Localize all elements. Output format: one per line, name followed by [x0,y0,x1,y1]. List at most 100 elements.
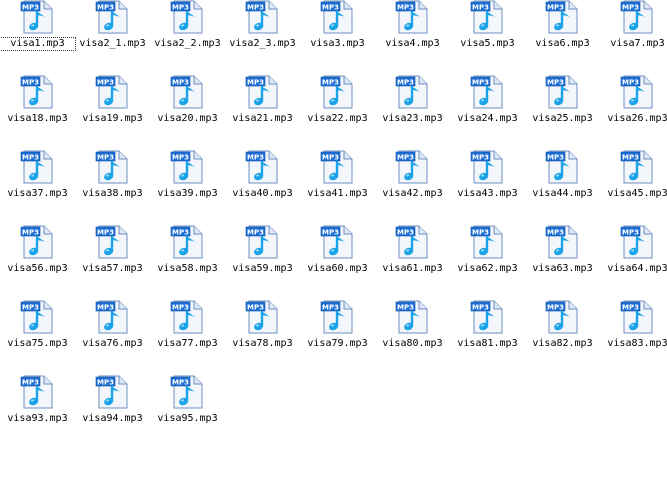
mp3-file-icon[interactable]: MP3 [470,0,504,34]
file-item[interactable]: MP3 visa2_3.mp3 [225,0,300,75]
mp3-file-icon[interactable]: MP3 [320,0,354,34]
svg-text:MP3: MP3 [97,303,114,311]
mp3-file-icon[interactable]: MP3 [545,75,579,109]
mp3-file-icon[interactable]: MP3 [620,0,654,34]
file-item[interactable]: MP3 visa24.mp3 [450,75,525,150]
file-item[interactable]: MP3 visa44.mp3 [525,150,600,225]
file-item[interactable]: MP3 visa20.mp3 [150,75,225,150]
file-item[interactable]: MP3 visa39.mp3 [150,150,225,225]
mp3-file-icon[interactable]: MP3 [545,0,579,34]
file-item[interactable]: MP3 visa26.mp3 [600,75,667,150]
file-item[interactable]: MP3 visa83.mp3 [600,300,667,375]
mp3-file-icon[interactable]: MP3 [320,75,354,109]
mp3-file-icon[interactable]: MP3 [95,0,129,34]
mp3-file-icon[interactable]: MP3 [620,225,654,259]
mp3-file-icon[interactable]: MP3 [95,150,129,184]
mp3-file-icon[interactable]: MP3 [20,150,54,184]
mp3-file-icon[interactable]: MP3 [320,150,354,184]
file-item[interactable]: MP3 visa63.mp3 [525,225,600,300]
mp3-file-icon[interactable]: MP3 [20,300,54,334]
mp3-file-icon[interactable]: MP3 [545,150,579,184]
file-item[interactable]: MP3 visa3.mp3 [300,0,375,75]
mp3-file-icon[interactable]: MP3 [20,225,54,259]
file-item[interactable]: MP3 visa82.mp3 [525,300,600,375]
mp3-file-icon[interactable]: MP3 [470,75,504,109]
mp3-file-icon[interactable]: MP3 [95,375,129,409]
mp3-file-icon[interactable]: MP3 [470,150,504,184]
file-item[interactable]: MP3 visa1.mp3 [0,0,76,75]
file-item[interactable]: MP3 visa5.mp3 [450,0,525,75]
file-item[interactable]: MP3 visa43.mp3 [450,150,525,225]
mp3-file-icon[interactable]: MP3 [470,300,504,334]
mp3-file-icon[interactable]: MP3 [245,0,279,34]
file-item[interactable]: MP3 visa18.mp3 [0,75,75,150]
mp3-file-icon[interactable]: MP3 [545,225,579,259]
mp3-file-icon[interactable]: MP3 [20,0,54,34]
mp3-file-icon[interactable]: MP3 [95,225,129,259]
mp3-file-icon[interactable]: MP3 [245,225,279,259]
file-item[interactable]: MP3 visa7.mp3 [600,0,667,75]
file-item[interactable]: MP3 visa76.mp3 [75,300,150,375]
svg-text:MP3: MP3 [322,303,339,311]
mp3-file-icon[interactable]: MP3 [95,300,129,334]
file-item[interactable]: MP3 visa79.mp3 [300,300,375,375]
mp3-file-icon[interactable]: MP3 [620,300,654,334]
file-item[interactable]: MP3 visa2_2.mp3 [150,0,225,75]
file-item[interactable]: MP3 visa56.mp3 [0,225,75,300]
file-item[interactable]: MP3 visa64.mp3 [600,225,667,300]
mp3-file-icon[interactable]: MP3 [395,0,429,34]
file-item[interactable]: MP3 visa38.mp3 [75,150,150,225]
mp3-file-icon[interactable]: MP3 [545,300,579,334]
file-item[interactable]: MP3 visa81.mp3 [450,300,525,375]
mp3-file-icon[interactable]: MP3 [170,225,204,259]
mp3-file-icon[interactable]: MP3 [395,75,429,109]
mp3-file-icon[interactable]: MP3 [620,150,654,184]
file-item[interactable]: MP3 visa22.mp3 [300,75,375,150]
file-name-label: visa75.mp3 [7,338,68,349]
file-item[interactable]: MP3 visa60.mp3 [300,225,375,300]
mp3-file-icon[interactable]: MP3 [395,150,429,184]
mp3-file-icon[interactable]: MP3 [245,75,279,109]
mp3-file-icon[interactable]: MP3 [245,150,279,184]
file-item[interactable]: MP3 visa42.mp3 [375,150,450,225]
file-item[interactable]: MP3 visa4.mp3 [375,0,450,75]
file-item[interactable]: MP3 visa40.mp3 [225,150,300,225]
file-item[interactable]: MP3 visa57.mp3 [75,225,150,300]
file-item[interactable]: MP3 visa23.mp3 [375,75,450,150]
svg-text:MP3: MP3 [472,303,489,311]
file-item[interactable]: MP3 visa37.mp3 [0,150,75,225]
file-item[interactable]: MP3 visa75.mp3 [0,300,75,375]
mp3-file-icon[interactable]: MP3 [170,75,204,109]
mp3-file-icon[interactable]: MP3 [320,225,354,259]
file-item[interactable]: MP3 visa93.mp3 [0,375,75,450]
file-item[interactable]: MP3 visa62.mp3 [450,225,525,300]
file-item[interactable]: MP3 visa80.mp3 [375,300,450,375]
file-item[interactable]: MP3 visa58.mp3 [150,225,225,300]
file-item[interactable]: MP3 visa2_1.mp3 [75,0,150,75]
mp3-file-icon[interactable]: MP3 [20,375,54,409]
file-item[interactable]: MP3 visa78.mp3 [225,300,300,375]
file-item[interactable]: MP3 visa95.mp3 [150,375,225,450]
file-item[interactable]: MP3 visa25.mp3 [525,75,600,150]
mp3-file-icon[interactable]: MP3 [620,75,654,109]
file-item[interactable]: MP3 visa61.mp3 [375,225,450,300]
mp3-file-icon[interactable]: MP3 [395,225,429,259]
mp3-file-icon[interactable]: MP3 [245,300,279,334]
file-item[interactable]: MP3 visa45.mp3 [600,150,667,225]
mp3-file-icon[interactable]: MP3 [170,375,204,409]
mp3-file-icon[interactable]: MP3 [170,0,204,34]
mp3-file-icon[interactable]: MP3 [95,75,129,109]
mp3-file-icon[interactable]: MP3 [170,150,204,184]
file-item[interactable]: MP3 visa41.mp3 [300,150,375,225]
mp3-file-icon[interactable]: MP3 [170,300,204,334]
mp3-file-icon[interactable]: MP3 [395,300,429,334]
file-item[interactable]: MP3 visa21.mp3 [225,75,300,150]
file-item[interactable]: MP3 visa19.mp3 [75,75,150,150]
file-item[interactable]: MP3 visa6.mp3 [525,0,600,75]
mp3-file-icon[interactable]: MP3 [470,225,504,259]
file-item[interactable]: MP3 visa59.mp3 [225,225,300,300]
mp3-file-icon[interactable]: MP3 [20,75,54,109]
file-item[interactable]: MP3 visa94.mp3 [75,375,150,450]
file-item[interactable]: MP3 visa77.mp3 [150,300,225,375]
mp3-file-icon[interactable]: MP3 [320,300,354,334]
